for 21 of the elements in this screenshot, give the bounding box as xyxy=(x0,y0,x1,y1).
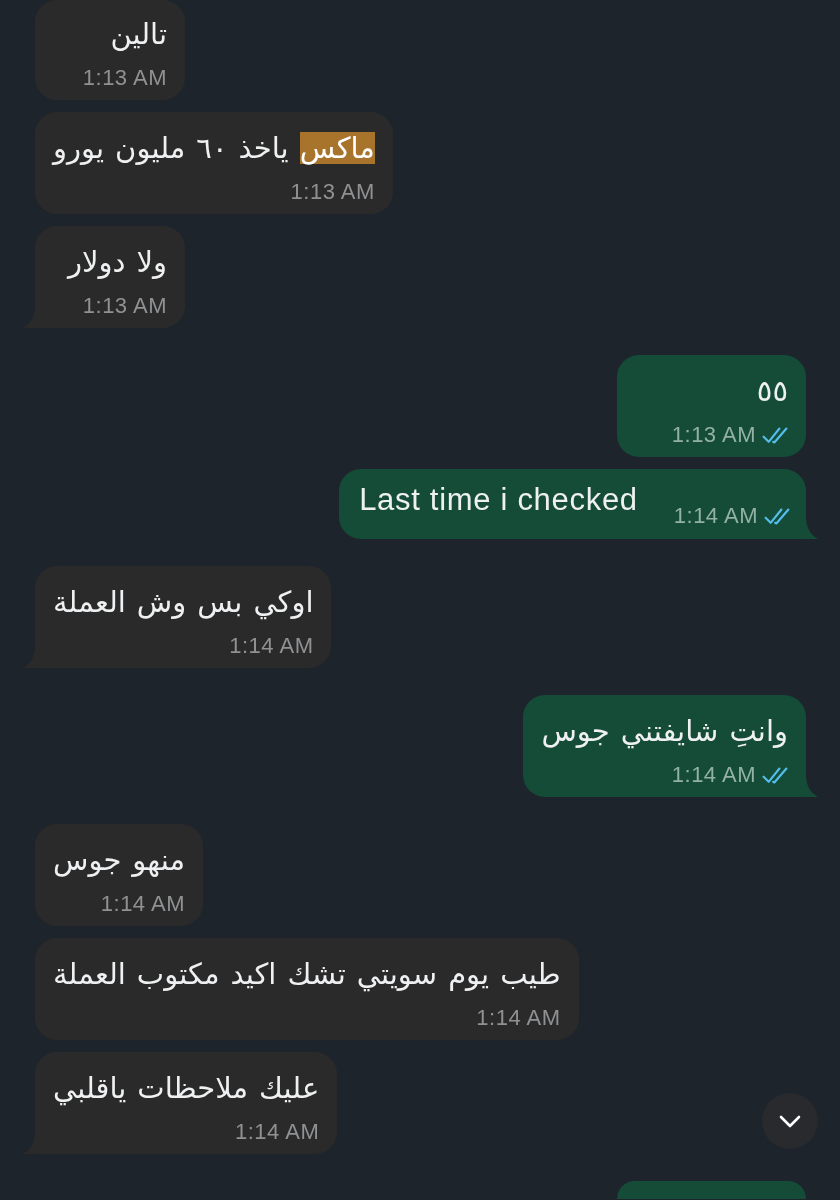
message-time: 1:13 AM xyxy=(290,179,375,205)
message-text: ٥٥ xyxy=(756,374,788,409)
message-time: 1:13 AM xyxy=(671,422,756,448)
message-text: عليك ملاحظات ياقلبي xyxy=(53,1071,320,1107)
message-text: منهو جوس xyxy=(53,843,185,879)
message-time: 1:13 AM xyxy=(82,65,167,91)
message-time: 1:13 AM xyxy=(82,293,167,319)
message-text: تالين xyxy=(110,17,167,53)
message-time: 1:14 AM xyxy=(673,503,758,529)
message-time: 1:14 AM xyxy=(671,762,756,788)
message-time: 1:14 AM xyxy=(100,891,185,917)
chevron-down-icon xyxy=(779,1114,801,1128)
message-time: 1:14 AM xyxy=(476,1005,561,1031)
message-text: طيب يوم سويتي تشك اكيد مكتوب العملة xyxy=(53,957,561,993)
message-text: وانتِ شايفتني جوس xyxy=(541,714,788,750)
message-text: اوكي بس وش العملة xyxy=(53,585,314,621)
message-text: Last time i checked xyxy=(359,481,638,519)
message-text: ماكس ياخذ ٦٠ مليون يورو xyxy=(53,131,375,167)
message-text: ولا دولار xyxy=(67,245,167,281)
message-time: 1:14 AM xyxy=(235,1119,320,1145)
message-time: 1:14 AM xyxy=(229,633,314,659)
